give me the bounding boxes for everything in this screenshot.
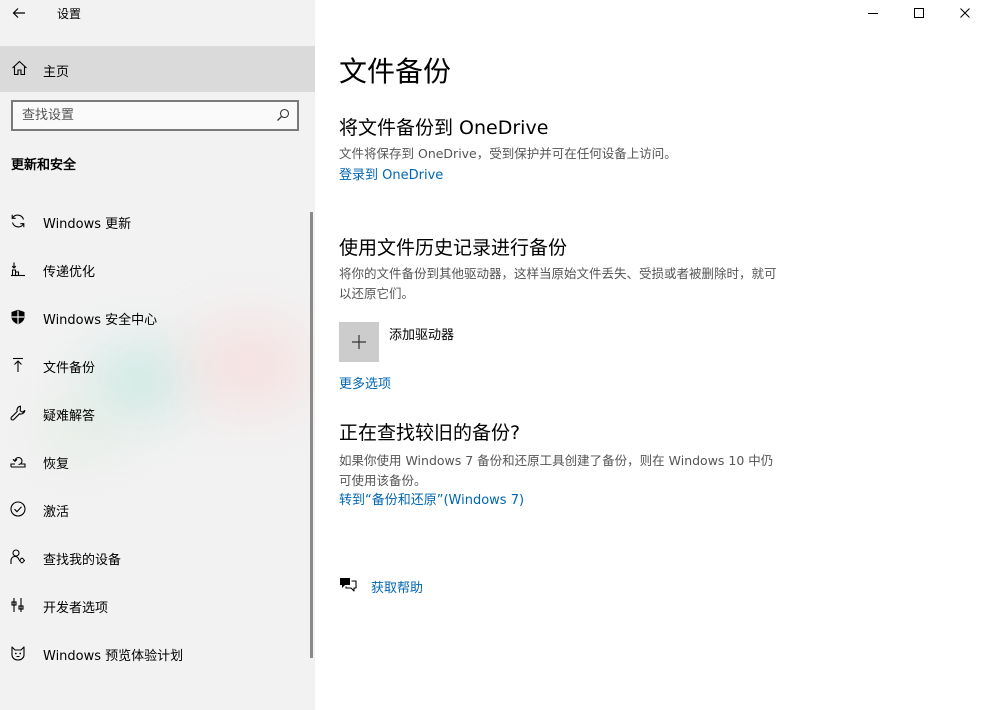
sidebar-item-label: 开发者选项 xyxy=(43,601,109,616)
sidebar-item-label: 激活 xyxy=(43,505,70,520)
sidebar-scrollbar[interactable] xyxy=(310,212,313,658)
add-drive-label: 添加驱动器 xyxy=(389,328,455,343)
sidebar-item-label: Windows 安全中心 xyxy=(43,313,158,328)
sidebar-item-home[interactable]: 主页 xyxy=(0,46,315,92)
sidebar-item-label: 恢复 xyxy=(43,457,70,472)
app-title: 设置 xyxy=(57,7,82,21)
developer-tools-icon xyxy=(11,598,24,612)
search-icon[interactable] xyxy=(276,108,290,122)
onedrive-signin-link[interactable]: 登录到 OneDrive xyxy=(339,164,443,183)
file-history-heading: 使用文件历史记录进行备份 xyxy=(339,237,568,259)
sidebar-item-label: 查找我的设备 xyxy=(43,553,122,568)
sidebar-item-activation[interactable]: 激活 xyxy=(0,485,312,533)
delivery-optimization-icon xyxy=(11,262,25,277)
help-chat-icon xyxy=(340,578,357,592)
back-arrow-icon xyxy=(12,8,25,18)
person-locate-icon xyxy=(10,549,25,564)
page-title: 文件备份 xyxy=(339,55,452,88)
sidebar: 设置 主页 更新和安全 Windows 更新 xyxy=(0,0,315,710)
insider-cat-icon xyxy=(11,646,25,661)
sidebar-item-label: 主页 xyxy=(43,65,70,80)
upload-arrow-icon xyxy=(13,357,23,372)
sidebar-nav: Windows 更新 传递优化 Windows 安全中心 文件备份 疑难解答 恢… xyxy=(0,197,312,677)
onedrive-description: 文件将保存到 OneDrive，受到保护并可在任何设备上访问。 xyxy=(339,146,677,161)
sidebar-item-windows-security[interactable]: Windows 安全中心 xyxy=(0,293,312,341)
sidebar-item-windows-update[interactable]: Windows 更新 xyxy=(0,197,312,245)
sidebar-item-windows-insider[interactable]: Windows 预览体验计划 xyxy=(0,629,312,677)
sidebar-item-label: 疑难解答 xyxy=(43,409,96,424)
older-backup-description: 如果你使用 Windows 7 备份和还原工具创建了备份，则在 Windows … xyxy=(339,453,774,488)
sidebar-item-troubleshoot[interactable]: 疑难解答 xyxy=(0,389,312,437)
shield-icon xyxy=(11,309,25,325)
sidebar-item-delivery-optimization[interactable]: 传递优化 xyxy=(0,245,312,293)
recovery-icon xyxy=(10,456,26,468)
sync-icon xyxy=(11,214,25,228)
backup-restore-link[interactable]: 转到“备份和还原”(Windows 7) xyxy=(339,489,524,508)
plus-icon xyxy=(352,335,366,349)
get-help-label: 获取帮助 xyxy=(371,581,424,596)
add-drive-tile xyxy=(339,322,379,362)
main-content: 文件备份 将文件备份到 OneDrive 文件将保存到 OneDrive，受到保… xyxy=(315,0,988,710)
back-button[interactable] xyxy=(4,0,34,26)
sidebar-item-label: 传递优化 xyxy=(43,265,96,280)
older-backup-heading: 正在查找较旧的备份? xyxy=(339,422,521,444)
sidebar-item-find-my-device[interactable]: 查找我的设备 xyxy=(0,533,312,581)
search-input[interactable] xyxy=(13,102,263,129)
onedrive-heading: 将文件备份到 OneDrive xyxy=(339,117,549,139)
title-bar: 设置 xyxy=(0,0,315,26)
more-options-link[interactable]: 更多选项 xyxy=(339,373,391,392)
sidebar-item-label: Windows 更新 xyxy=(43,217,132,232)
sidebar-item-label: Windows 预览体验计划 xyxy=(43,649,184,664)
section-title: 更新和安全 xyxy=(11,158,77,173)
file-history-description: 将你的文件备份到其他驱动器，这样当原始文件丢失、受损或者被删除时，就可以还原它们… xyxy=(339,266,777,301)
sidebar-item-label: 文件备份 xyxy=(43,361,96,376)
home-icon xyxy=(12,60,27,76)
wrench-icon xyxy=(10,405,26,421)
check-circle-icon xyxy=(10,501,26,517)
sidebar-item-file-backup[interactable]: 文件备份 xyxy=(0,341,312,389)
add-drive-button[interactable]: 添加驱动器 xyxy=(339,322,454,362)
sidebar-item-developer-options[interactable]: 开发者选项 xyxy=(0,581,312,629)
sidebar-item-recovery[interactable]: 恢复 xyxy=(0,437,312,485)
search-box xyxy=(11,100,299,131)
